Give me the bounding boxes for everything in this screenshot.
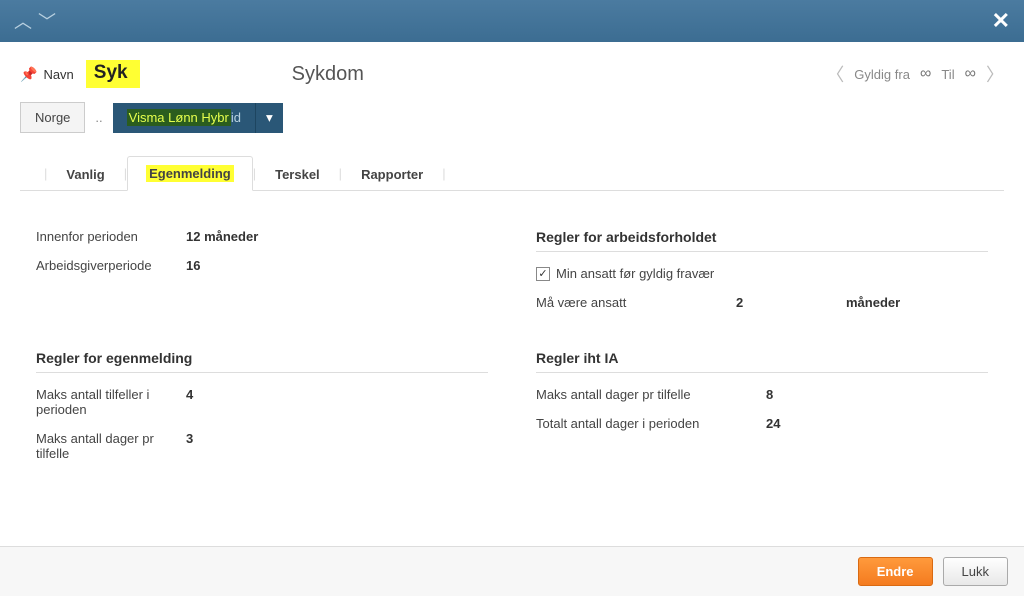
maks-tilfeller-value: 4 [186,387,193,417]
footer-bar: Endre Lukk [0,546,1024,596]
tab-egenmelding-label: Egenmelding [146,165,234,182]
endre-button[interactable]: Endre [858,557,933,586]
ma-vaere-unit: måneder [846,295,988,310]
dots-separator: .. [91,110,106,125]
arbeidsforhold-title: Regler for arbeidsforholdet [536,229,988,252]
innenfor-perioden-value: 12 måneder [186,229,258,244]
lukk-button[interactable]: Lukk [943,557,1008,586]
ia-maks-dager-value: 8 [766,387,988,402]
tab-egenmelding[interactable]: Egenmelding [127,156,253,191]
period-section: Innenfor perioden 12 måneder Arbeidsgive… [36,229,488,324]
header-area: 📌 Navn Syk Sykdom 〈 Gyldig fra ∞ Til ∞ 〉… [0,42,1024,205]
ia-totalt-value: 24 [766,416,988,431]
maks-dager-label: Maks antall dager pr tilfelle [36,431,186,461]
maks-tilfeller-label: Maks antall tilfeller i perioden [36,387,186,417]
min-ansatt-label: Min ansatt før gyldig fravær [556,266,714,281]
titlebar-nav: ︿ ﹀ [14,12,56,30]
arbeidsgiverperiode-label: Arbeidsgiverperiode [36,258,186,273]
tab-bar: | Vanlig | Egenmelding | Terskel | Rappo… [20,155,1004,191]
page-title: Sykdom [292,63,364,86]
pin-icon: 📌 [20,66,37,83]
innenfor-perioden-label: Innenfor perioden [36,229,186,244]
chevron-up-icon[interactable]: ︿ [14,12,32,30]
ia-rules-section: Regler iht IA Maks antall dager pr tilfe… [536,350,988,475]
syk-highlight: Syk [86,60,140,88]
til-label: Til [941,67,954,82]
tab-vanlig[interactable]: Vanlig [47,157,123,191]
prev-validity-icon[interactable]: 〈 [826,61,844,87]
next-validity-icon[interactable]: 〉 [986,61,1004,87]
ma-vaere-value: 2 [736,295,846,310]
hybrid-dropdown-toggle[interactable]: ▾ [255,103,283,133]
arbeidsgiverperiode-value: 16 [186,258,200,273]
validity-nav: 〈 Gyldig fra ∞ Til ∞ 〉 [826,61,1004,87]
toolbar-row: Norge .. Visma Lønn Hybrid ▾ [20,102,1004,133]
tab-terskel[interactable]: Terskel [256,157,339,191]
egenmelding-rules-section: Regler for egenmelding Maks antall tilfe… [36,350,488,475]
hybrid-button[interactable]: Visma Lønn Hybrid [113,103,255,133]
norge-button[interactable]: Norge [20,102,85,133]
ma-vaere-label: Må være ansatt [536,295,736,310]
arbeidsforhold-section: Regler for arbeidsforholdet ✓ Min ansatt… [536,229,988,324]
navn-label: Navn [43,67,73,82]
hybrid-dropdown-group: Visma Lønn Hybrid ▾ [113,103,283,133]
hybrid-rest: id [231,110,241,125]
ia-totalt-label: Totalt antall dager i perioden [536,416,766,431]
ia-rules-title: Regler iht IA [536,350,988,373]
min-ansatt-checkbox[interactable]: ✓ [536,267,550,281]
tab-rapporter[interactable]: Rapporter [342,157,442,191]
navn-label-group: 📌 Navn [20,66,74,83]
ia-maks-dager-label: Maks antall dager pr tilfelle [536,387,766,402]
dialog-window: ︿ ﹀ ✕ 📌 Navn Syk Sykdom 〈 Gyldig fra ∞ T… [0,0,1024,596]
to-infinity: ∞ [965,65,976,83]
close-icon[interactable]: ✕ [992,8,1010,34]
gyldig-fra-label: Gyldig fra [854,67,910,82]
from-infinity: ∞ [920,65,931,83]
egenmelding-rules-title: Regler for egenmelding [36,350,488,373]
titlebar: ︿ ﹀ ✕ [0,0,1024,42]
hybrid-highlight: Visma Lønn Hybr [127,109,231,126]
content-area: Innenfor perioden 12 måneder Arbeidsgive… [0,205,1024,546]
chevron-down-icon[interactable]: ﹀ [38,12,56,30]
maks-dager-value: 3 [186,431,193,461]
